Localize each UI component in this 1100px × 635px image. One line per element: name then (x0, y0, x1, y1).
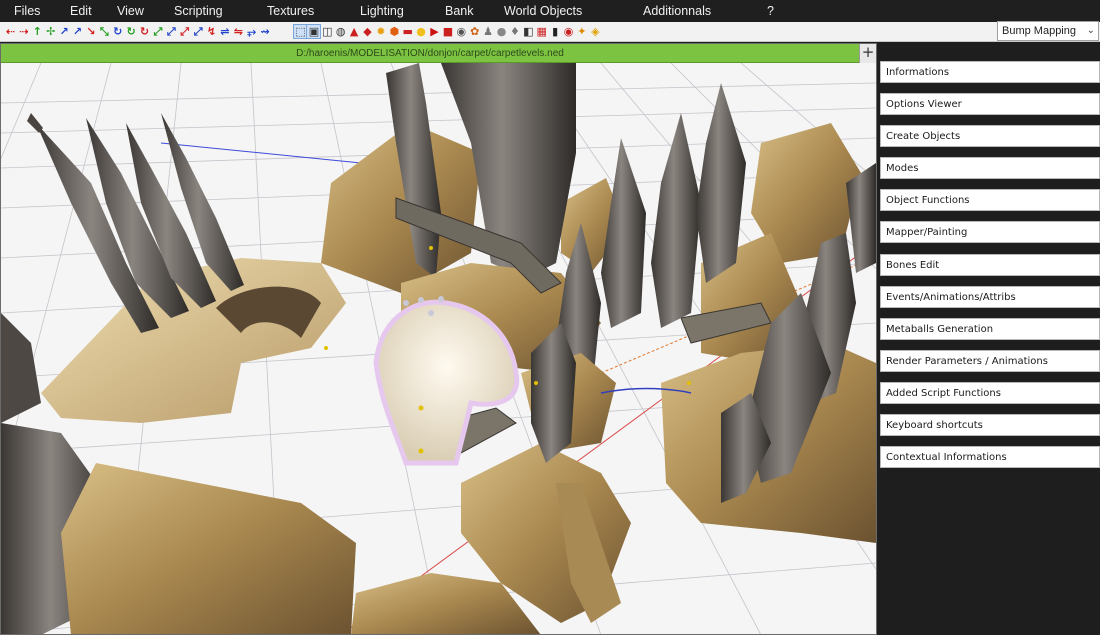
menu-edit[interactable]: Edit (70, 0, 92, 22)
menu-scripting[interactable]: Scripting (174, 0, 223, 22)
panel-added-script[interactable]: Added Script Functions (880, 382, 1100, 404)
plus-button[interactable]: + (859, 44, 876, 63)
render-mode-value: Bump Mapping (1002, 25, 1076, 37)
panel-modes[interactable]: Modes (880, 157, 1100, 179)
chevron-down-icon: ⌄ (1086, 25, 1095, 36)
star-icon[interactable]: ◈ (588, 24, 603, 39)
menu-lighting[interactable]: Lighting (360, 0, 404, 22)
panel-contextual-informations[interactable]: Contextual Informations (880, 446, 1100, 468)
editor-window: Files Edit View Scripting Textures Light… (0, 0, 1100, 635)
panel-events-animations[interactable]: Events/Animations/Attribs (880, 286, 1100, 308)
menu-files[interactable]: Files (14, 0, 40, 22)
render-mode-select[interactable]: Bump Mapping ⌄ (997, 21, 1099, 41)
panel-create-objects[interactable]: Create Objects (880, 125, 1100, 147)
menu-help[interactable]: ? (767, 0, 774, 22)
panel-options-viewer[interactable]: Options Viewer (880, 93, 1100, 115)
right-panel: Informations Options Viewer Create Objec… (877, 43, 1100, 635)
viewport-title-bar: D:/haroenis/MODELISATION/donjon/carpet/c… (1, 44, 876, 63)
menu-world-objects[interactable]: World Objects (504, 0, 582, 22)
scene-render[interactable] (1, 63, 876, 635)
file-path: D:/haroenis/MODELISATION/donjon/carpet/c… (296, 48, 564, 59)
menu-bar: Files Edit View Scripting Textures Light… (0, 0, 1100, 22)
menu-view[interactable]: View (117, 0, 144, 22)
panel-bones-edit[interactable]: Bones Edit (880, 254, 1100, 276)
toolbar: ⇠ ⇢ ↑ ✢ ↗ ↗ ↘ ⤡ ↻ ↻ ↻ ⤢ ⤢ ⤢ ⤢ ↯ ⇌ ⇋ ⥅ ⇝ ⬚ ▣ ◫ ◍ ▲ ◆ ✹ ⬢ ▬ ● ▶ ■ ◉ ✿ ♟ ● ♦ ◧ ▦ ▮… (0, 22, 1100, 42)
panel-mapper-painting[interactable]: Mapper/Painting (880, 221, 1100, 243)
panel-metaballs[interactable]: Metaballs Generation (880, 318, 1100, 340)
menu-bank[interactable]: Bank (445, 0, 474, 22)
panel-informations[interactable]: Informations (880, 61, 1100, 83)
extrude-icon[interactable]: ⇝ (258, 24, 273, 39)
menu-additionnals[interactable]: Additionnals (643, 0, 711, 22)
panel-render-parameters[interactable]: Render Parameters / Animations (880, 350, 1100, 372)
menu-textures[interactable]: Textures (267, 0, 314, 22)
panel-object-functions[interactable]: Object Functions (880, 189, 1100, 211)
panel-keyboard-shortcuts[interactable]: Keyboard shortcuts (880, 414, 1100, 436)
viewport-3d[interactable]: D:/haroenis/MODELISATION/donjon/carpet/c… (0, 43, 877, 635)
